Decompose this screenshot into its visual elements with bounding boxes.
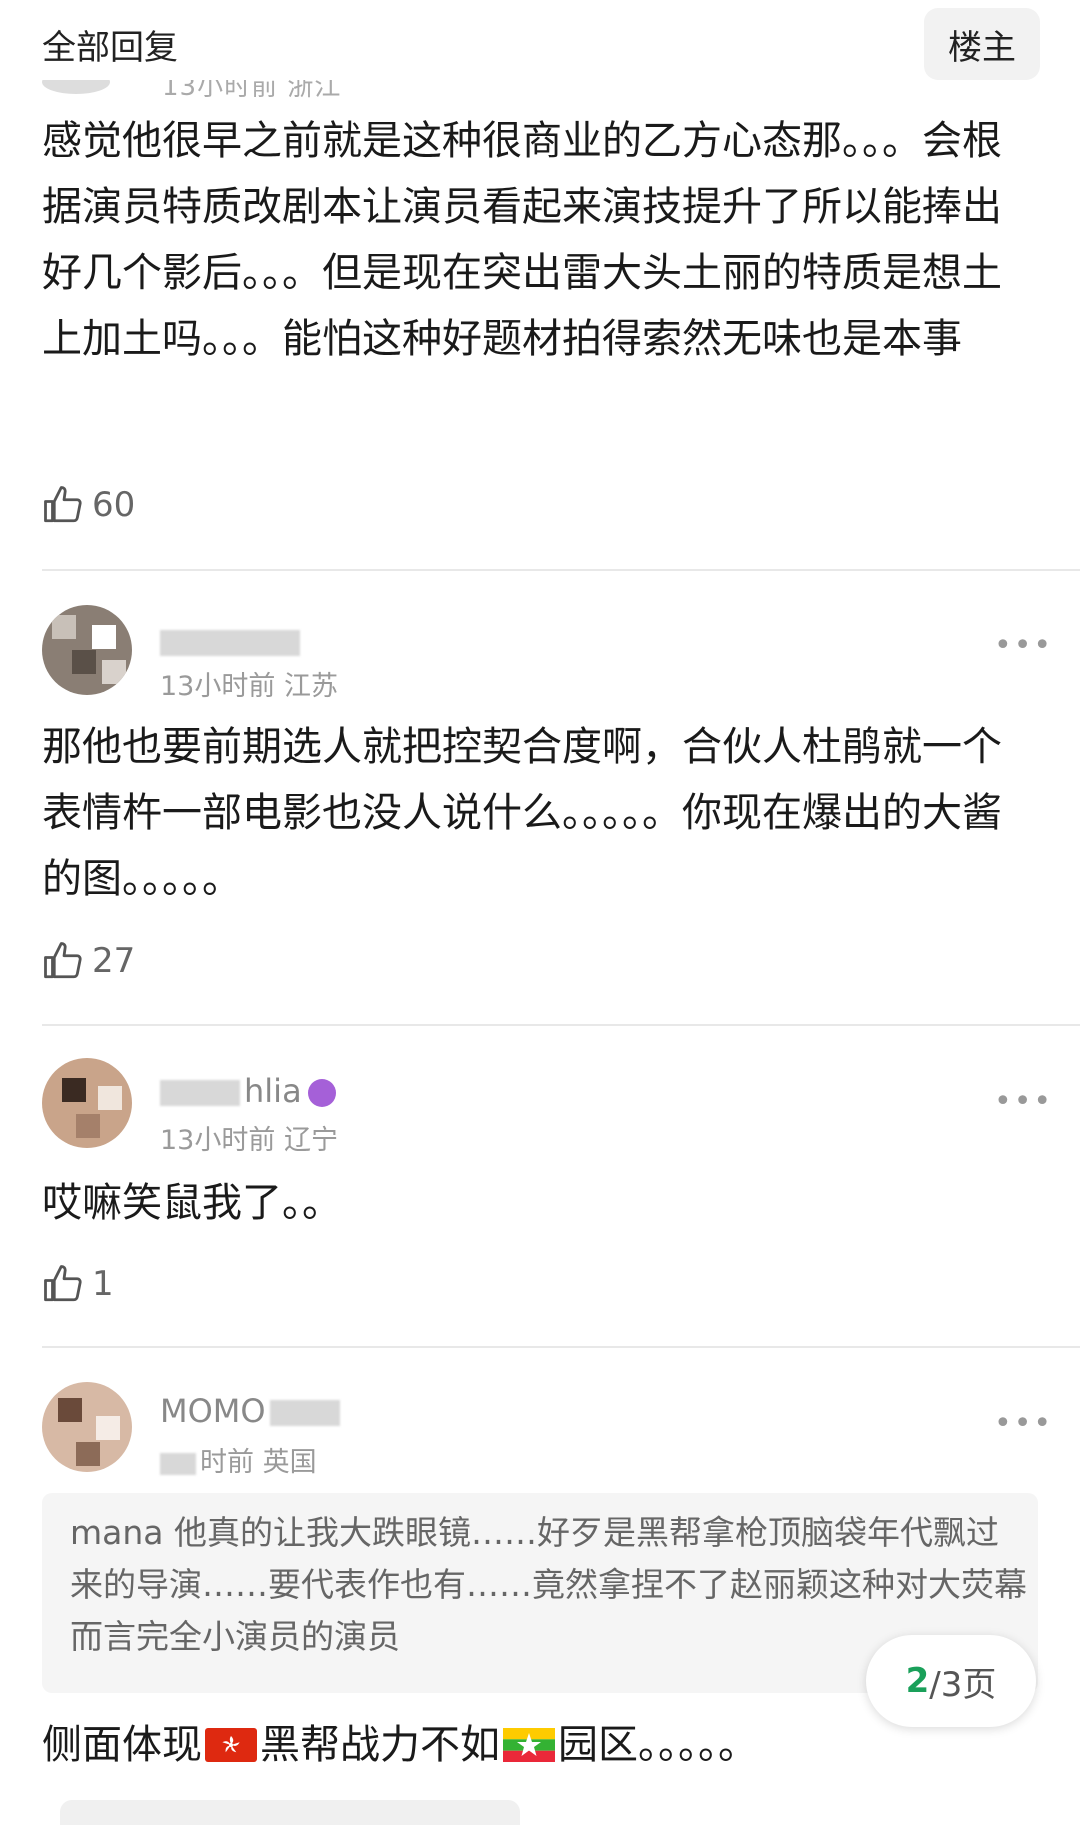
- comment-meta: 13小时前 辽宁: [160, 1125, 338, 1156]
- thumbs-up-icon: [44, 486, 82, 523]
- username[interactable]: MOMO: [160, 1392, 344, 1430]
- comment-text: 侧面体现 黑帮战力不如 园区。。。。。: [42, 1722, 758, 1768]
- avatar[interactable]: [42, 1382, 132, 1472]
- thumbs-up-icon: [44, 1265, 82, 1302]
- crystal-ball-icon: [307, 1079, 336, 1107]
- avatar[interactable]: [42, 605, 132, 695]
- avatar[interactable]: [42, 1058, 132, 1148]
- thumbs-up-icon: [44, 942, 82, 979]
- myanmar-flag-icon: [503, 1728, 555, 1762]
- like-count: 27: [92, 941, 136, 981]
- divider: [42, 569, 1080, 571]
- comment-text: 那他也要前期选人就把控契合度啊，合伙人杜鹃就一个表情杵一部电影也没人说什么。。。…: [42, 724, 1002, 902]
- like-count: 1: [92, 1264, 114, 1304]
- owner-only-button[interactable]: 楼主: [924, 8, 1040, 80]
- quote-text: mana 他真的让我大跌眼镜……好歹是黑帮拿枪顶脑袋年代飘过来的导演……要代表作…: [70, 1513, 1027, 1656]
- more-dots-icon[interactable]: •••: [994, 1084, 1053, 1119]
- comment-meta: 13小时前 江苏: [160, 671, 338, 702]
- username-redacted[interactable]: [160, 622, 304, 660]
- divider: [42, 1346, 1080, 1348]
- like-button[interactable]: 27: [42, 940, 135, 982]
- page-title: 全部回复: [42, 28, 178, 68]
- current-page: 2: [905, 1661, 930, 1701]
- total-pages: /3页: [929, 1664, 997, 1705]
- hong-kong-flag-icon: [205, 1728, 257, 1762]
- header: 全部回复 楼主: [0, 0, 1080, 90]
- bottom-input-bar[interactable]: [60, 1800, 520, 1825]
- more-dots-icon[interactable]: •••: [994, 1406, 1053, 1441]
- page-indicator[interactable]: 2/3页: [866, 1635, 1036, 1727]
- faded-comment-meta: 13小时前 浙江: [42, 80, 382, 100]
- more-dots-icon[interactable]: •••: [994, 628, 1053, 663]
- like-button[interactable]: 60: [42, 484, 135, 526]
- comment-meta: 时前 英国: [160, 1440, 317, 1479]
- comment-text: 哎嘛笑鼠我了。。: [42, 1180, 342, 1226]
- comment-text: 感觉他很早之前就是这种很商业的乙方心态那。。。会根据演员特质改剧本让演员看起来演…: [42, 118, 1002, 362]
- avatar: [42, 80, 110, 94]
- divider: [42, 1024, 1080, 1026]
- like-button[interactable]: 1: [42, 1263, 114, 1305]
- like-count: 60: [92, 485, 136, 525]
- username[interactable]: hlia: [160, 1072, 336, 1110]
